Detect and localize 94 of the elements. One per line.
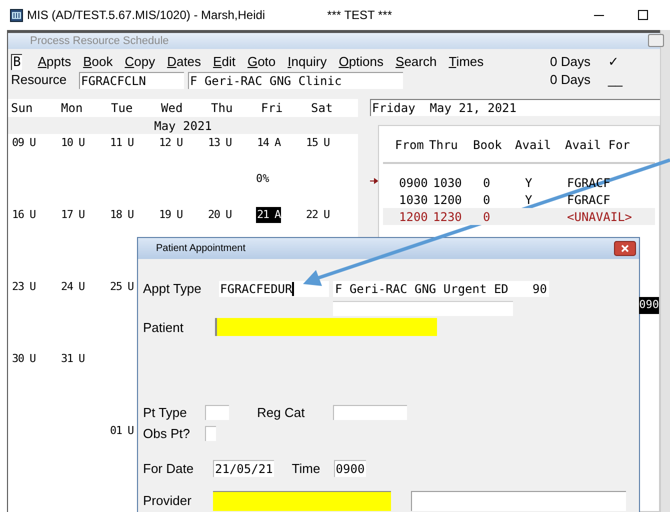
weekday-label: Mon bbox=[61, 100, 84, 117]
calendar-day[interactable]: 10 U bbox=[60, 135, 86, 151]
weekday-label: Tue bbox=[111, 100, 134, 117]
menu-item[interactable]: Goto bbox=[247, 52, 276, 72]
calendar-day[interactable]: 01 U bbox=[109, 423, 134, 439]
app-icon bbox=[10, 8, 23, 22]
days-mark: __ bbox=[608, 71, 624, 90]
column-header: Avail bbox=[515, 137, 552, 154]
table-cell-text: 0 bbox=[483, 208, 490, 226]
dialog-title: Patient Appointment bbox=[156, 242, 246, 256]
table-cell-text: 1200 bbox=[399, 208, 429, 226]
calendar-day[interactable]: 12 U bbox=[158, 135, 184, 151]
test-label: *** TEST *** bbox=[327, 7, 392, 24]
field-label: For Date bbox=[143, 460, 195, 478]
field-label: Provider bbox=[143, 492, 192, 510]
column-header: Thru bbox=[429, 137, 459, 154]
menu-item[interactable]: Edit bbox=[213, 52, 236, 72]
obs-pt-checkbox[interactable] bbox=[205, 426, 216, 441]
calendar-day[interactable]: 25 U bbox=[109, 279, 134, 295]
table-cell-text: 1030 bbox=[399, 192, 429, 208]
table-cell-text: FGRACF bbox=[567, 192, 610, 208]
calendar-day[interactable]: 14 A bbox=[256, 135, 282, 151]
patient-field[interactable] bbox=[215, 318, 437, 336]
weekday-label: Thu bbox=[211, 100, 234, 117]
calendar-day[interactable]: 24 U bbox=[60, 279, 86, 295]
calendar-day[interactable]: 17 U bbox=[60, 207, 86, 223]
column-header: Book bbox=[473, 137, 503, 154]
table-cell-text: 1200 bbox=[433, 192, 463, 208]
appt-type-field[interactable]: FGRACFEDUR bbox=[219, 280, 329, 297]
days-value: 0 Days bbox=[550, 71, 592, 90]
date-field[interactable]: 21/05/21 bbox=[213, 460, 274, 478]
field-label: Pt Type bbox=[143, 404, 188, 422]
close-button[interactable] bbox=[614, 241, 636, 256]
resource-label: Resource bbox=[11, 71, 68, 90]
field-label: Reg Cat bbox=[257, 404, 306, 422]
field-label: Obs Pt? bbox=[143, 424, 191, 442]
table-cell-text: 0 bbox=[483, 174, 490, 192]
calendar-day[interactable]: 09 U bbox=[11, 135, 36, 151]
menu-item[interactable]: Times bbox=[448, 52, 484, 72]
days-mark: ✓ bbox=[608, 53, 620, 72]
menu-item[interactable]: Dates bbox=[167, 52, 202, 72]
table-cell-text: 1230 bbox=[433, 208, 463, 226]
time-label: 090 bbox=[639, 297, 659, 314]
reg-cat-field[interactable] bbox=[333, 405, 407, 420]
column-header: From bbox=[395, 137, 425, 154]
column-header: Avail For bbox=[565, 137, 632, 154]
time-field[interactable]: 0900 bbox=[334, 460, 366, 478]
menu-item[interactable]: Inquiry bbox=[288, 52, 327, 72]
date-field: Friday May 21, 2021 bbox=[370, 99, 660, 116]
weekday-label: Fri bbox=[261, 100, 284, 117]
calendar-day[interactable]: 15 U bbox=[305, 135, 330, 151]
appt-description-field: F Geri-RAC GNG Urgent ED 90 bbox=[333, 280, 549, 297]
pt-type-field[interactable] bbox=[205, 405, 229, 420]
table-cell-text: 0 bbox=[483, 192, 490, 208]
command-field[interactable]: B bbox=[11, 54, 22, 70]
window-title: MIS (AD/TEST.5.67.MIS/1020) - Marsh,Heidi bbox=[27, 7, 266, 24]
table-cell-text: Y bbox=[525, 174, 532, 192]
calendar-day[interactable]: 16 U bbox=[11, 207, 36, 223]
resource-name-field[interactable]: F Geri-RAC GNG Clinic bbox=[188, 72, 403, 88]
input-field[interactable] bbox=[411, 490, 626, 510]
calendar-day[interactable]: 21 A bbox=[256, 207, 282, 223]
calendar-day[interactable]: 20 U bbox=[207, 207, 232, 223]
field-label: Appt Type bbox=[143, 280, 202, 298]
calendar-day[interactable]: 23 U bbox=[11, 279, 36, 295]
field-label: Patient bbox=[143, 318, 184, 336]
calendar-day[interactable]: 22 U bbox=[305, 207, 330, 223]
calendar-day[interactable]: 31 U bbox=[60, 351, 86, 367]
menu-item[interactable]: Copy bbox=[124, 52, 156, 72]
calendar-day[interactable]: 19 U bbox=[158, 207, 184, 223]
weekday-label: Sun bbox=[11, 100, 34, 117]
provider-field[interactable] bbox=[213, 490, 391, 510]
resource-code-field[interactable]: FGRACFCLN bbox=[79, 72, 184, 88]
calendar-day[interactable]: 13 U bbox=[207, 135, 232, 151]
month-label: May 2021 bbox=[154, 118, 212, 134]
menu-item[interactable]: Search bbox=[396, 52, 437, 72]
scroll-bar[interactable] bbox=[660, 30, 670, 512]
menu-item[interactable]: Book bbox=[83, 52, 113, 72]
weekday-label: Sat bbox=[311, 100, 334, 117]
table-cell-text: <UNAVAIL> bbox=[567, 208, 632, 226]
window-title: Process Resource Schedule bbox=[30, 34, 169, 49]
menu-item[interactable]: Options bbox=[338, 52, 384, 72]
maximize-button[interactable] bbox=[638, 10, 648, 20]
menu-item[interactable]: Appts bbox=[38, 52, 72, 72]
day-percent: 0% bbox=[256, 171, 270, 187]
table-cell-text: 1030 bbox=[433, 174, 463, 192]
table-cell-text: Y bbox=[525, 192, 532, 208]
days-value: 0 Days bbox=[550, 53, 592, 72]
weekday-label: Wed bbox=[161, 100, 184, 117]
field-label: Time bbox=[292, 460, 322, 478]
table-cell-text: 0900 bbox=[399, 174, 429, 192]
input-field[interactable] bbox=[333, 300, 513, 316]
calendar-day[interactable]: 18 U bbox=[109, 207, 134, 223]
calendar-day[interactable]: 30 U bbox=[11, 351, 36, 367]
calendar-day[interactable]: 11 U bbox=[109, 135, 134, 151]
